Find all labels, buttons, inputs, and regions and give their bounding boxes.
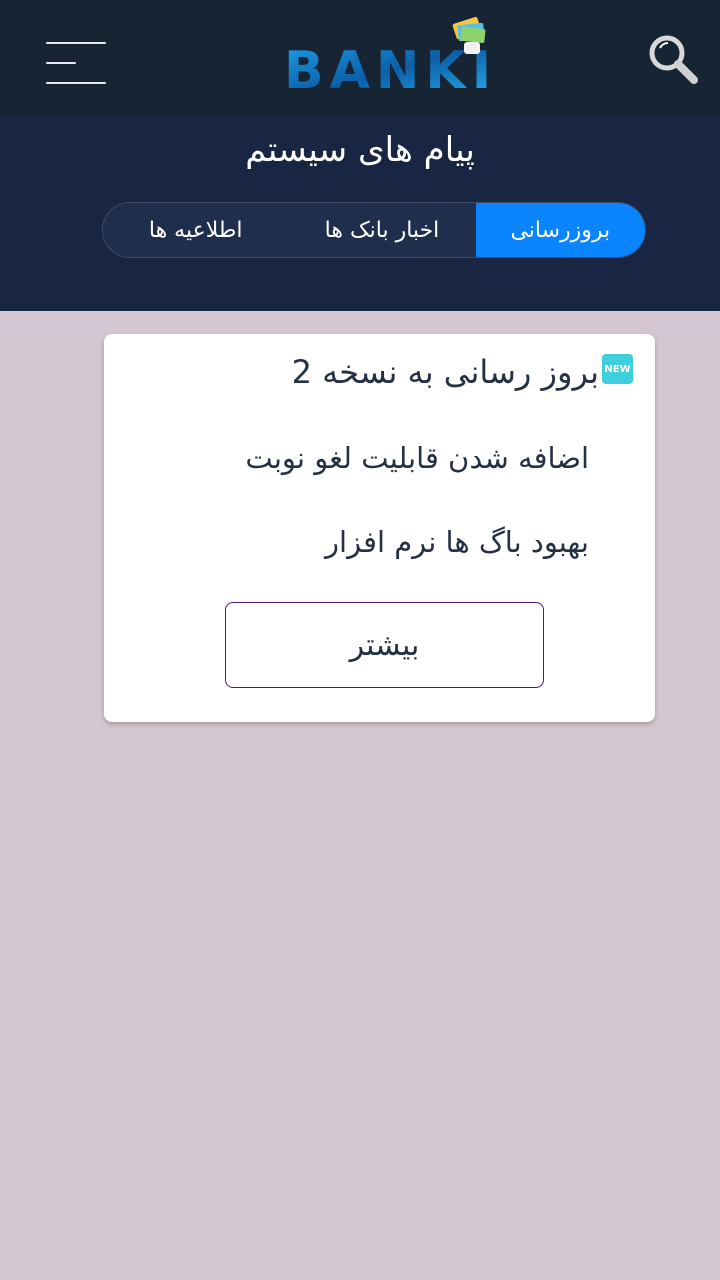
page-title: پیام های سیستم bbox=[245, 130, 475, 170]
menu-button[interactable] bbox=[46, 42, 106, 86]
card-line: بهبود باگ ها نرم افزار bbox=[325, 525, 589, 559]
tab-announcements[interactable]: اطلاعیه ها bbox=[103, 203, 288, 257]
hamburger-menu-icon bbox=[46, 42, 106, 44]
search-icon bbox=[649, 35, 698, 84]
tab-updates[interactable]: بروزرسانی bbox=[475, 203, 645, 257]
logo-wordmark: BANKI bbox=[284, 41, 492, 94]
more-button[interactable]: بیشتر bbox=[225, 602, 544, 688]
card-title: بروز رسانی به نسخه 2 bbox=[291, 353, 599, 391]
search-button[interactable] bbox=[646, 32, 700, 86]
new-badge: NEW bbox=[602, 354, 633, 384]
message-tabs: بروزرسانی اخبار بانک ها اطلاعیه ها bbox=[102, 202, 646, 258]
banki-logo: BANKI bbox=[282, 14, 492, 94]
top-app-bar: BANKI bbox=[0, 0, 720, 116]
card-line: اضافه شدن قابلیت لغو نوبت bbox=[245, 441, 589, 475]
tab-bank-news[interactable]: اخبار بانک ها bbox=[288, 203, 475, 257]
message-card: NEW بروز رسانی به نسخه 2 اضافه شدن قابلی… bbox=[104, 334, 655, 722]
